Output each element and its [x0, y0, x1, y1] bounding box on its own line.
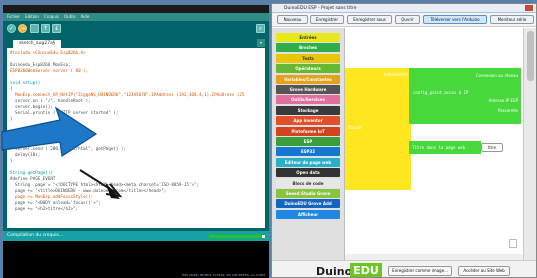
desktop: Fichier Edition Croquis Outils Aide ✓ → … — [0, 0, 537, 278]
menu-outils[interactable]: Outils — [64, 13, 76, 21]
web-page-title-block[interactable]: Titre dans la page web — [409, 141, 481, 154]
duinoedu-logo-text: Duino — [316, 265, 353, 278]
new-file-icon[interactable] — [30, 24, 39, 33]
category-broches[interactable]: Broches — [276, 43, 340, 53]
category-open-data[interactable]: Open data — [276, 168, 340, 178]
open-button[interactable]: Ouvrir — [395, 15, 420, 24]
compile-progress-bar — [208, 234, 266, 239]
serial-monitor-icon[interactable]: ⌕ — [256, 24, 265, 33]
menu-fichier[interactable]: Fichier — [7, 13, 20, 21]
menu-croquis[interactable]: Croquis — [44, 13, 59, 21]
config-line-4: Passerelle — [497, 108, 518, 113]
trash-icon[interactable] — [509, 239, 517, 248]
ide-toolbar: ✓ → ↑ ↓ ⌕ — [3, 21, 269, 38]
console-output: ESP (8266) 80 MHz, 115200, 4M (3M SPIFFS… — [3, 241, 269, 278]
category-plateforme-iot[interactable]: Plateforme IoT — [276, 126, 340, 136]
code-editor[interactable]: #include <ChuinoEdu_Esp8266.h> Duinoedu_E… — [7, 48, 265, 228]
category-entr-es[interactable]: Entrées — [276, 33, 340, 42]
config-line-1: Connexion au réseau — [475, 73, 518, 78]
esp-config-block[interactable]: Connexion au réseau config_point_acces à… — [409, 68, 521, 124]
duinoedu-title-bar: DuinoEDU ESP - Projet sans titre — [272, 4, 536, 13]
close-window-icon[interactable] — [525, 5, 533, 11]
category-blocs-de-code[interactable]: Blocs de code — [276, 178, 340, 188]
blocks-workspace[interactable]: Initialisation Boucle Connexion au résea… — [345, 28, 523, 260]
setup-label: Initialisation — [383, 72, 408, 77]
menu-edition[interactable]: Edition — [25, 13, 39, 21]
ide-menu-bar: Fichier Edition Croquis Outils Aide — [3, 13, 269, 21]
duinoedu-bottom-bar: Duino EDU Enregistrer comme image... Acc… — [272, 260, 536, 278]
category-duinoedu-grove-add[interactable]: DuinoEDU Grove Add — [276, 199, 340, 209]
duinoedu-logo-badge: EDU — [350, 263, 382, 277]
code-line: page += "<h2>titre</h2>"; — [10, 206, 79, 211]
tab-sketch[interactable]: sketch_aug27a§ — [13, 40, 62, 48]
category-seeed-studio-grove[interactable]: Seeed Studio Grove — [276, 189, 340, 198]
category--diteur-de-page-web[interactable]: Éditeur de page web — [276, 157, 340, 167]
config-line-2: config_point_acces à IP — [413, 90, 469, 95]
ide-tab-row: sketch_aug27a§ ▾ — [3, 38, 269, 48]
duinoedu-toolbar: Nouveau Enregistrer Enregistrer sous Ouv… — [272, 13, 536, 27]
tab-menu-icon[interactable]: ▾ — [257, 39, 265, 47]
category-esp[interactable]: ESP — [276, 137, 340, 146]
serial-monitor-button[interactable]: Moniteur série — [490, 15, 534, 24]
ide-title-bar — [3, 5, 269, 13]
category-esp32[interactable]: ESP32 — [276, 147, 340, 157]
category-app-inventor[interactable]: App inventor — [276, 116, 340, 126]
category-stockage[interactable]: Stockage — [276, 105, 340, 115]
new-project-button[interactable]: Nouveau — [277, 15, 308, 24]
save-file-icon[interactable]: ↓ — [52, 24, 61, 33]
menu-aide[interactable]: Aide — [81, 13, 90, 21]
duinoedu-title: DuinoEDU ESP - Projet sans titre — [284, 6, 357, 11]
duinoedu-window: DuinoEDU ESP - Projet sans titre Nouveau… — [271, 3, 537, 278]
category-tests[interactable]: Tests — [276, 53, 340, 63]
board-info: ESP (8266) 80 MHz, 115200, 4M (3M SPIFFS… — [182, 273, 265, 277]
category-grove-hardware[interactable]: Grove Hardware — [276, 85, 340, 94]
code-lines: #include <ChuinoEdu_Esp8266.h> Duinoedu_E… — [10, 50, 265, 212]
progress-fill — [209, 235, 263, 238]
save-as-button[interactable]: Enregistrer sous — [347, 15, 392, 24]
category-variables-constantes[interactable]: Variables/Constantes — [276, 74, 340, 84]
save-as-image-button[interactable]: Enregistrer comme image... — [388, 266, 452, 276]
upload-icon[interactable]: → — [18, 24, 27, 33]
category-op-rateurs[interactable]: Opérateurs — [276, 64, 340, 74]
save-button[interactable]: Enregistrer — [310, 15, 344, 24]
category-outils-services[interactable]: Outils/Services — [276, 95, 340, 105]
web-page-title-value[interactable]: titre — [481, 143, 503, 152]
upload-to-arduino-button[interactable]: Téléverser vers l'Arduino — [423, 15, 487, 24]
workspace-vertical-scrollbar[interactable] — [523, 28, 536, 260]
visit-website-button[interactable]: Accéder au Site Web — [458, 266, 510, 276]
block-categories-sidebar: Entrées Broches Tests Opérateurs Variables/C… — [272, 28, 345, 260]
category-afficheur[interactable]: Afficheur — [276, 209, 340, 219]
arduino-ide-window: Fichier Edition Croquis Outils Aide ✓ → … — [3, 5, 269, 278]
web-page-title-label: Titre dans la page web — [412, 145, 465, 150]
open-file-icon[interactable]: ↑ — [41, 24, 50, 33]
verify-icon[interactable]: ✓ — [7, 24, 16, 33]
loop-label: Boucle — [348, 125, 362, 130]
scroll-thumb[interactable] — [527, 31, 534, 81]
config-line-3: Adresse IP ESP — [488, 98, 518, 103]
setup-block[interactable]: Initialisation Boucle — [345, 68, 411, 190]
